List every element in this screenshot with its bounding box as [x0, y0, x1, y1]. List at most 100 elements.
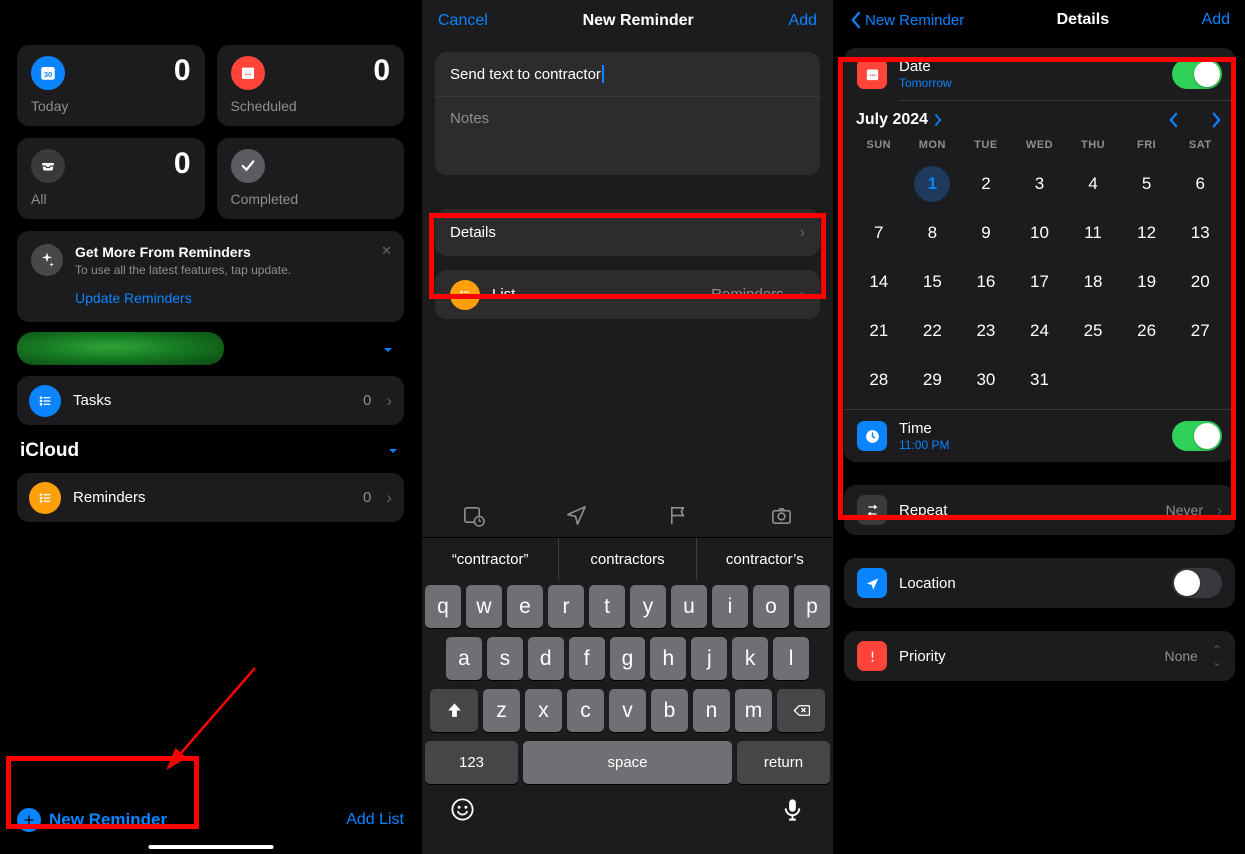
- calendar-day[interactable]: 25: [1066, 315, 1120, 347]
- suggestion-3[interactable]: contractor’s: [697, 538, 833, 580]
- calendar-day[interactable]: 10: [1013, 217, 1067, 249]
- key-m[interactable]: m: [735, 689, 772, 732]
- key-v[interactable]: v: [609, 689, 646, 732]
- card-all[interactable]: 0 All: [17, 138, 205, 219]
- back-button[interactable]: New Reminder: [849, 11, 964, 29]
- key-x[interactable]: x: [525, 689, 562, 732]
- calendar-day[interactable]: 16: [959, 266, 1013, 298]
- card-completed[interactable]: Completed: [217, 138, 405, 219]
- calendar-day[interactable]: 9: [959, 217, 1013, 249]
- key-c[interactable]: c: [567, 689, 604, 732]
- calendar-day[interactable]: 21: [852, 315, 906, 347]
- date-toggle[interactable]: [1172, 59, 1222, 89]
- add-list-button[interactable]: Add List: [346, 811, 404, 829]
- key-r[interactable]: r: [548, 585, 584, 628]
- return-key[interactable]: return: [737, 741, 830, 784]
- flag-icon[interactable]: [667, 504, 690, 527]
- list-tasks[interactable]: Tasks 0 ›: [17, 376, 404, 425]
- key-g[interactable]: g: [610, 637, 646, 680]
- calendar-day[interactable]: 5: [1120, 168, 1174, 200]
- calendar-day[interactable]: 13: [1173, 217, 1227, 249]
- calendar-day[interactable]: 6: [1173, 168, 1227, 200]
- calendar-day[interactable]: 24: [1013, 315, 1067, 347]
- list-count: 0: [363, 392, 371, 409]
- add-button[interactable]: Add: [1202, 11, 1230, 29]
- calendar-day[interactable]: 14: [852, 266, 906, 298]
- prev-month-button[interactable]: [1167, 111, 1180, 129]
- calendar-day[interactable]: 28: [852, 364, 906, 396]
- next-month-button[interactable]: [1210, 111, 1223, 129]
- suggestion-2[interactable]: contractors: [559, 538, 696, 580]
- calendar-day[interactable]: 7: [852, 217, 906, 249]
- camera-icon[interactable]: [770, 504, 793, 527]
- mic-key[interactable]: [779, 796, 806, 823]
- calendar-day[interactable]: 11: [1066, 217, 1120, 249]
- new-reminder-button[interactable]: New Reminder: [17, 808, 167, 832]
- key-f[interactable]: f: [569, 637, 605, 680]
- card-scheduled[interactable]: 0 Scheduled: [217, 45, 405, 126]
- add-button[interactable]: Add: [789, 12, 817, 30]
- calendar-day[interactable]: 15: [906, 266, 960, 298]
- details-row[interactable]: Details ›: [435, 209, 820, 256]
- calendar-clock-icon[interactable]: [462, 504, 485, 527]
- calendar-day[interactable]: 27: [1173, 315, 1227, 347]
- suggestion-1[interactable]: “contractor”: [422, 538, 559, 580]
- list-selector-row[interactable]: List Reminders ›: [435, 270, 820, 319]
- cancel-button[interactable]: Cancel: [438, 12, 488, 30]
- calendar-day[interactable]: 30: [959, 364, 1013, 396]
- calendar-day[interactable]: 20: [1173, 266, 1227, 298]
- chevron-down-icon[interactable]: [380, 342, 396, 358]
- calendar-day[interactable]: 23: [959, 315, 1013, 347]
- location-toggle[interactable]: [1172, 568, 1222, 598]
- key-u[interactable]: u: [671, 585, 707, 628]
- key-q[interactable]: q: [425, 585, 461, 628]
- update-reminders-button[interactable]: Update Reminders: [75, 290, 192, 306]
- key-i[interactable]: i: [712, 585, 748, 628]
- key-k[interactable]: k: [732, 637, 768, 680]
- calendar-day[interactable]: 4: [1066, 168, 1120, 200]
- close-icon[interactable]: ✕: [381, 243, 392, 259]
- key-p[interactable]: p: [794, 585, 830, 628]
- backspace-key[interactable]: [777, 689, 825, 732]
- shift-key[interactable]: [430, 689, 478, 732]
- key-e[interactable]: e: [507, 585, 543, 628]
- calendar-day[interactable]: 8: [906, 217, 960, 249]
- key-o[interactable]: o: [753, 585, 789, 628]
- list-reminders[interactable]: Reminders 0 ›: [17, 473, 404, 522]
- card-today[interactable]: 30 0 Today: [17, 45, 205, 126]
- calendar-day[interactable]: 1: [906, 168, 960, 200]
- key-a[interactable]: a: [446, 637, 482, 680]
- location-arrow-icon[interactable]: [565, 504, 588, 527]
- notes-field[interactable]: Notes: [435, 97, 820, 175]
- calendar-day[interactable]: 17: [1013, 266, 1067, 298]
- emoji-key[interactable]: [449, 796, 476, 823]
- icloud-section-header[interactable]: iCloud: [17, 440, 404, 462]
- calendar-day[interactable]: 2: [959, 168, 1013, 200]
- key-h[interactable]: h: [650, 637, 686, 680]
- key-t[interactable]: t: [589, 585, 625, 628]
- title-field[interactable]: Send text to contractor: [435, 52, 820, 97]
- key-n[interactable]: n: [693, 689, 730, 732]
- key-z[interactable]: z: [483, 689, 520, 732]
- key-d[interactable]: d: [528, 637, 564, 680]
- calendar-day[interactable]: 18: [1066, 266, 1120, 298]
- calendar-day[interactable]: 12: [1120, 217, 1174, 249]
- calendar-month-button[interactable]: July 2024: [856, 111, 943, 129]
- numbers-key[interactable]: 123: [425, 741, 518, 784]
- key-l[interactable]: l: [773, 637, 809, 680]
- calendar-day[interactable]: 22: [906, 315, 960, 347]
- calendar-day[interactable]: 29: [906, 364, 960, 396]
- calendar-day[interactable]: 31: [1013, 364, 1067, 396]
- repeat-row[interactable]: Repeat Never ›: [844, 485, 1235, 535]
- key-w[interactable]: w: [466, 585, 502, 628]
- space-key[interactable]: space: [523, 741, 732, 784]
- calendar-day[interactable]: 19: [1120, 266, 1174, 298]
- key-j[interactable]: j: [691, 637, 727, 680]
- time-toggle[interactable]: [1172, 421, 1222, 451]
- key-b[interactable]: b: [651, 689, 688, 732]
- key-y[interactable]: y: [630, 585, 666, 628]
- priority-row[interactable]: Priority None ⌃⌄: [844, 631, 1235, 681]
- key-s[interactable]: s: [487, 637, 523, 680]
- calendar-day[interactable]: 3: [1013, 168, 1067, 200]
- calendar-day[interactable]: 26: [1120, 315, 1174, 347]
